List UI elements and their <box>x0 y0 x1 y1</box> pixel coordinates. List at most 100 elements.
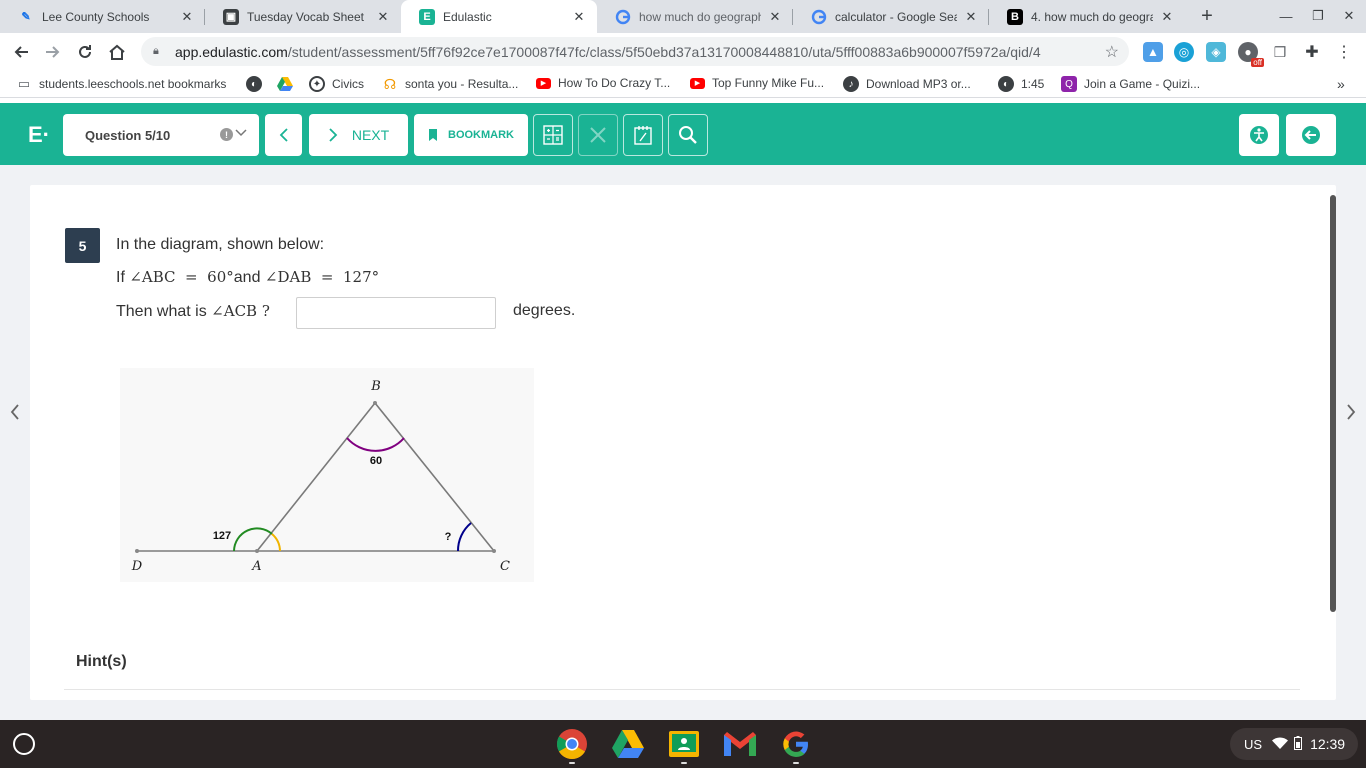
drive-icon[interactable] <box>612 728 644 760</box>
tab-tuesday-vocab-sheet[interactable]: ▣ Tuesday Vocab Sheet ✕ <box>205 0 401 33</box>
answer-input[interactable] <box>296 297 496 329</box>
triangle-diagram: B A C D 60 127 ? <box>120 368 534 582</box>
bookmark-sonta-you[interactable]: ☊ sonta you - Resulta... <box>382 75 519 92</box>
globe-icon: ◐ <box>246 76 262 92</box>
back-button[interactable] <box>8 39 34 65</box>
tab-strip: ✎ Lee County Schools ✕ ▣ Tuesday Vocab S… <box>0 0 1366 33</box>
chevron-right-icon <box>329 128 338 142</box>
reload-icon <box>79 45 91 58</box>
bookmarks-bar: ▭ students.leeschools.net bookmarks ◐ ✦ … <box>0 70 1366 98</box>
url-host: app.edulastic.com <box>175 43 288 60</box>
edulastic-icon: ✎ <box>21 11 31 23</box>
civics-icon: ✦ <box>309 76 325 92</box>
launcher-icon[interactable] <box>13 733 35 755</box>
clock: 12:39 <box>1310 736 1346 752</box>
extension-icon[interactable]: ▲ <box>1143 42 1163 62</box>
point-b <box>373 401 377 405</box>
search-icon <box>679 126 697 144</box>
close-icon[interactable]: ✕ <box>571 9 587 25</box>
tab-lee-county-schools[interactable]: ✎ Lee County Schools ✕ <box>0 0 205 33</box>
bookmark-folder[interactable]: ▭ students.leeschools.net bookmarks <box>16 76 227 92</box>
bookmark-download-mp3[interactable]: ♪ Download MP3 or... <box>843 76 971 92</box>
tab-how-much-do-geographers[interactable]: how much do geographe ✕ <box>597 0 793 33</box>
scratchpad-icon <box>634 126 652 145</box>
bookmark-civics[interactable]: ✦ Civics <box>309 76 364 92</box>
bookmark-drive[interactable] <box>277 76 300 92</box>
google-icon <box>615 9 631 25</box>
google-icon <box>811 9 827 25</box>
new-tab-button[interactable]: + <box>1196 5 1218 27</box>
scratchpad-button[interactable] <box>623 114 663 156</box>
back-arrow-icon <box>14 46 28 58</box>
scrollbar[interactable] <box>1330 195 1336 612</box>
chrome-icon[interactable] <box>556 728 588 764</box>
close-icon[interactable]: ✕ <box>1159 9 1175 25</box>
tab-edulastic[interactable]: E Edulastic ✕ <box>401 0 597 33</box>
puzzle-icon[interactable]: ✚ <box>1302 42 1322 62</box>
angle-acb-label: ? <box>445 531 452 543</box>
restore-button[interactable]: ❐ <box>1307 5 1329 27</box>
close-icon[interactable]: ✕ <box>767 9 783 25</box>
calculator-button[interactable] <box>533 114 573 156</box>
close-icon[interactable]: ✕ <box>963 9 979 25</box>
extension-icon[interactable]: ◈ <box>1206 42 1226 62</box>
reload-button[interactable] <box>72 39 98 65</box>
google-icon[interactable] <box>780 728 812 764</box>
chevron-right-icon[interactable] <box>1341 400 1361 424</box>
forward-button[interactable] <box>40 39 66 65</box>
previous-button[interactable] <box>265 114 302 156</box>
close-icon[interactable]: ✕ <box>179 9 195 25</box>
minimize-button[interactable]: — <box>1275 5 1297 27</box>
given-angle-abc: ∠ABC = 60° <box>129 268 234 286</box>
close-window-button[interactable]: ✕ <box>1338 5 1360 27</box>
locale-indicator: US <box>1244 736 1263 752</box>
more-bookmarks-icon[interactable]: » <box>1337 76 1345 92</box>
chevron-down-icon <box>235 126 247 140</box>
extension-icon[interactable]: ● off <box>1238 42 1264 67</box>
brainly-icon: B <box>1007 8 1023 25</box>
assessment-header: E· Question 5/10 ! NEXT BOOKMARK <box>0 103 1366 165</box>
forward-arrow-icon <box>46 46 60 58</box>
accessibility-icon <box>1250 126 1268 144</box>
exit-icon <box>1302 126 1320 144</box>
home-button[interactable] <box>104 39 130 65</box>
divider <box>64 689 1300 690</box>
close-icon[interactable]: ✕ <box>375 9 391 25</box>
question-ask: Then what is ∠ACB ? <box>116 302 270 320</box>
classroom-icon[interactable] <box>668 728 700 764</box>
label-d: D <box>131 559 143 574</box>
question-selector[interactable]: Question 5/10 ! <box>63 114 259 156</box>
extension-icon[interactable]: ◎ <box>1174 42 1194 62</box>
close-icon <box>590 127 606 143</box>
gmail-icon[interactable] <box>724 728 756 760</box>
headphones-icon: ☊ <box>383 75 397 92</box>
tab-brainly-question[interactable]: B 4. how much do geograp ✕ <box>989 0 1185 33</box>
extension-icon[interactable]: ❒ <box>1270 42 1290 62</box>
bookmark-time[interactable]: ◐ 1:45 <box>998 76 1044 92</box>
bookmark-globe[interactable]: ◐ <box>246 76 269 92</box>
eliminate-answer-button[interactable] <box>578 114 618 156</box>
system-tray[interactable]: US 12:39 <box>1230 728 1358 760</box>
accessibility-button[interactable] <box>1239 114 1279 156</box>
folder-icon: ▭ <box>17 76 31 91</box>
menu-icon[interactable]: ⋮ <box>1334 42 1354 62</box>
lock-icon: 🔒︎ <box>153 44 159 57</box>
address-bar[interactable]: 🔒︎ app.edulastic.com/student/assessment/… <box>141 37 1129 66</box>
bookmark-crazy-tricks[interactable]: ▶ How To Do Crazy T... <box>536 76 670 90</box>
label-b: B <box>370 379 381 394</box>
magnifier-button[interactable] <box>668 114 708 156</box>
star-icon[interactable]: ☆ <box>1105 42 1119 62</box>
next-button[interactable]: NEXT <box>309 114 408 156</box>
exit-button[interactable] <box>1286 114 1336 156</box>
angle-abc-label: 60 <box>370 455 382 467</box>
drive-icon <box>277 76 293 92</box>
question-intro: In the diagram, shown below: <box>116 236 325 253</box>
bookmark-funny-mike[interactable]: ▶ Top Funny Mike Fu... <box>690 76 824 90</box>
hints-heading[interactable]: Hint(s) <box>76 653 127 671</box>
point-d <box>135 549 139 553</box>
bookmark-button[interactable]: BOOKMARK <box>414 114 528 156</box>
tab-calculator-google-search[interactable]: calculator - Google Searc ✕ <box>793 0 989 33</box>
chevron-left-icon[interactable] <box>5 400 25 424</box>
answer-unit: degrees. <box>513 302 576 319</box>
bookmark-quizizz[interactable]: Q Join a Game - Quizi... <box>1061 76 1200 92</box>
